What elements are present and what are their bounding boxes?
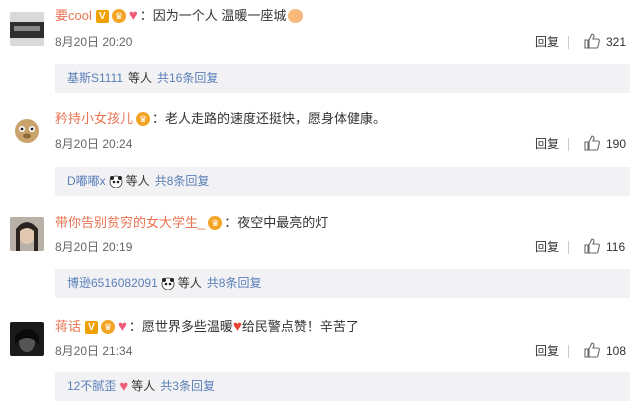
- thumbs-up-icon[interactable]: [584, 33, 600, 49]
- comment-time: 8月20日 20:19: [55, 240, 133, 254]
- vip-v-icon: V: [85, 320, 99, 334]
- comment-time: 8月20日 20:20: [55, 35, 133, 49]
- sub-reply-user[interactable]: 博逊6516082091: [67, 275, 158, 292]
- sub-reply-box[interactable]: 基斯S1111 等人 共16条回复: [55, 64, 630, 93]
- crown-badge-icon: ♛: [101, 320, 116, 334]
- crown-badge-icon: ♛: [136, 112, 151, 126]
- sub-reply-count[interactable]: 共3条回复: [160, 378, 215, 395]
- panda-icon: [109, 175, 123, 188]
- like-count: 321: [606, 35, 627, 49]
- heart-icon: ♥: [118, 318, 127, 335]
- hands-emoji-icon: [288, 9, 304, 23]
- like-count: 116: [606, 240, 626, 254]
- divider: [568, 36, 569, 49]
- reply-button[interactable]: 回复: [535, 136, 559, 152]
- sub-reply-user[interactable]: D嘟嘟x: [67, 173, 106, 190]
- sub-reply-user[interactable]: 12不腻歪: [67, 378, 116, 395]
- comment-text: ：因为一个人 温暖一座城: [139, 8, 287, 23]
- crown-badge-icon: ♛: [111, 9, 126, 23]
- like-count: 190: [606, 137, 627, 151]
- divider: [568, 138, 569, 151]
- reply-button[interactable]: 回复: [535, 34, 559, 50]
- thumbs-up-icon[interactable]: [584, 342, 600, 358]
- comment-time: 8月20日 21:34: [55, 344, 133, 358]
- avatar[interactable]: [10, 217, 44, 251]
- comment-text: ：老人走路的速度还挺快，愿身体健康。: [152, 111, 387, 126]
- divider: [568, 241, 569, 254]
- sub-reply-box[interactable]: 12不腻歪 ♥ 等人 共3条回复: [55, 372, 630, 401]
- comment-time: 8月20日 20:24: [55, 137, 133, 151]
- sub-reply-middle: 等人: [177, 276, 202, 290]
- reply-button[interactable]: 回复: [535, 343, 559, 359]
- comment-username[interactable]: 要cool: [55, 7, 92, 25]
- comment-username[interactable]: 带你告别贫穷的女大学生_: [55, 214, 205, 232]
- divider: [568, 345, 569, 358]
- sub-reply-count[interactable]: 共16条回复: [157, 70, 218, 87]
- avatar[interactable]: [10, 322, 44, 356]
- comment-username[interactable]: 矜持小女孩儿: [55, 110, 133, 128]
- heart-icon: ♥: [232, 318, 242, 335]
- sub-reply-middle: 等人: [131, 379, 156, 393]
- sub-reply-middle: 等人: [128, 71, 153, 85]
- sub-reply-box[interactable]: D嘟嘟x 等人 共8条回复: [55, 167, 630, 196]
- heart-icon: ♥: [128, 7, 138, 24]
- sub-reply-count[interactable]: 共8条回复: [155, 173, 210, 190]
- avatar[interactable]: [10, 12, 44, 46]
- comment-text-cont: 给民警点赞！辛苦了: [241, 319, 359, 334]
- sub-reply-middle: 等人: [125, 174, 150, 188]
- comment-username[interactable]: 蒋话: [55, 318, 81, 336]
- reply-button[interactable]: 回复: [535, 239, 559, 255]
- sub-reply-box[interactable]: 博逊6516082091 等人 共8条回复: [55, 269, 630, 298]
- panda-icon: [161, 277, 175, 290]
- comment-text: ：愿世界多些温暖: [128, 319, 233, 334]
- sub-reply-count[interactable]: 共8条回复: [207, 275, 262, 292]
- vip-v-icon: V: [95, 9, 109, 23]
- thumbs-up-icon[interactable]: [584, 135, 600, 151]
- thumbs-up-icon[interactable]: [584, 238, 600, 254]
- like-count: 108: [606, 344, 627, 358]
- crown-badge-icon: ♛: [208, 216, 223, 230]
- sub-reply-user[interactable]: 基斯S1111: [67, 70, 123, 87]
- avatar[interactable]: [10, 113, 44, 147]
- heart-icon: ♥: [119, 377, 129, 395]
- comment-text: ：夜空中最亮的灯: [224, 215, 329, 230]
